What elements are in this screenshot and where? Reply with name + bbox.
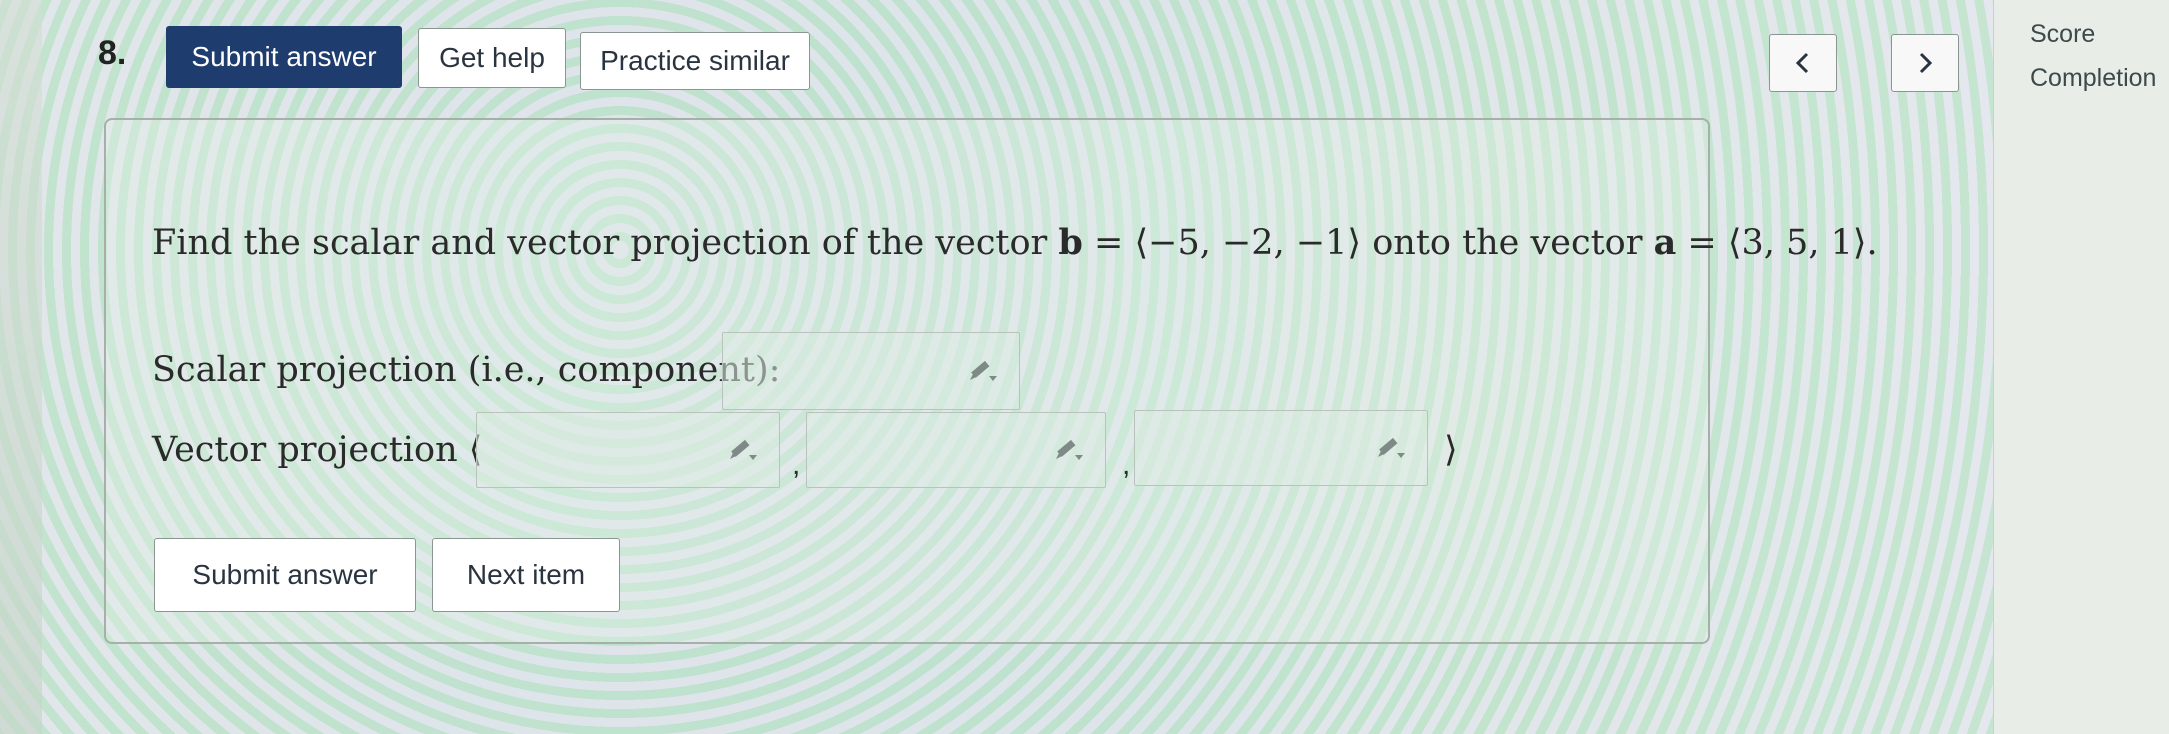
next-item-button[interactable]: Next item	[432, 538, 620, 612]
score-panel	[1993, 0, 2169, 734]
submit-answer-bottom-button[interactable]: Submit answer	[154, 538, 416, 612]
question-number: 8.	[98, 34, 127, 72]
question-text-part: Find the scalar and vector projection of…	[152, 223, 1059, 263]
left-sidebar-edge	[0, 0, 42, 734]
pencil-icon[interactable]	[1051, 435, 1085, 465]
pencil-icon[interactable]	[965, 356, 999, 386]
vector-b-symbol: b	[1058, 222, 1083, 263]
separator-comma: ,	[792, 448, 801, 481]
vector-projection-label: Vector projection ⟨	[152, 430, 483, 470]
vector-a-symbol: a	[1653, 222, 1677, 263]
vector-projection-x-input[interactable]	[476, 412, 780, 488]
question-text-part: = ⟨3, 5, 1⟩.	[1676, 223, 1878, 263]
chevron-left-icon	[1795, 52, 1809, 74]
vector-close-bracket: ⟩	[1444, 430, 1458, 470]
scalar-projection-input[interactable]	[722, 332, 1020, 410]
pencil-icon[interactable]	[725, 435, 759, 465]
separator-comma: ,	[1122, 448, 1131, 481]
pencil-icon[interactable]	[1373, 433, 1407, 463]
question-text-part: = ⟨−5, −2, −1⟩ onto the vector	[1082, 223, 1654, 263]
question-text: Find the scalar and vector projection of…	[152, 222, 1878, 263]
chevron-right-icon	[1919, 52, 1933, 74]
get-help-button[interactable]: Get help	[418, 28, 566, 88]
practice-similar-button[interactable]: Practice similar	[580, 32, 810, 90]
scalar-projection-label: Scalar projection (i.e., component):	[152, 350, 781, 390]
next-question-button[interactable]	[1891, 34, 1959, 92]
vector-projection-z-input[interactable]	[1134, 410, 1428, 486]
score-label: Score	[2030, 20, 2096, 48]
vector-projection-y-input[interactable]	[806, 412, 1106, 488]
previous-question-button[interactable]	[1769, 34, 1837, 92]
submit-answer-button[interactable]: Submit answer	[166, 26, 402, 88]
completion-label: Completion	[2030, 64, 2157, 92]
